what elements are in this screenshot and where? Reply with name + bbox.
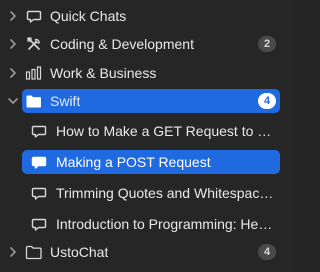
- folder-icon: [25, 92, 43, 110]
- chat-bubble-icon: [25, 7, 43, 25]
- tools-icon: [25, 35, 43, 53]
- chat-item-label: Making a POST Request: [56, 154, 211, 170]
- sidebar-item-swift[interactable]: Swift 4: [22, 89, 280, 113]
- count-badge: 4: [258, 244, 276, 260]
- chat-item-label: Introduction to Programming: Hell...: [56, 216, 274, 232]
- chat-item[interactable]: Introduction to Programming: Hell...: [0, 212, 294, 236]
- sidebar-item-label: Work & Business: [50, 65, 157, 81]
- sidebar-item-quick-chats[interactable]: Quick Chats: [0, 4, 294, 28]
- chat-bubble-icon: [30, 153, 48, 171]
- sidebar-item-coding-development[interactable]: Coding & Development 2: [0, 32, 294, 56]
- bar-chart-icon: [25, 64, 43, 82]
- chevron-down-icon[interactable]: [8, 96, 18, 106]
- count-badge: 2: [258, 36, 276, 52]
- chat-bubble-icon: [30, 122, 48, 140]
- chevron-right-icon[interactable]: [8, 247, 18, 257]
- chevron-right-icon[interactable]: [8, 68, 18, 78]
- chat-item[interactable]: Trimming Quotes and Whitespace...: [0, 181, 294, 205]
- chat-item[interactable]: How to Make a GET Request to an...: [0, 119, 294, 143]
- folder-icon: [25, 243, 43, 261]
- chat-bubble-icon: [30, 215, 48, 233]
- sidebar: Quick Chats Coding & Development 2 Work …: [0, 0, 294, 272]
- sidebar-item-label: UstoChat: [50, 244, 109, 260]
- sidebar-item-work-business[interactable]: Work & Business: [0, 61, 294, 85]
- sidebar-item-label: Quick Chats: [50, 8, 127, 24]
- count-badge: 4: [258, 93, 276, 109]
- chat-bubble-icon: [30, 184, 48, 202]
- chat-item-label: Trimming Quotes and Whitespace...: [56, 185, 274, 201]
- sidebar-item-label: Swift: [50, 93, 81, 109]
- chevron-right-icon[interactable]: [8, 39, 18, 49]
- sidebar-item-label: Coding & Development: [50, 36, 194, 52]
- chat-item-selected[interactable]: Making a POST Request: [22, 150, 280, 174]
- sidebar-item-ustochat[interactable]: UstoChat 4: [0, 240, 294, 264]
- chevron-right-icon[interactable]: [8, 11, 18, 21]
- chat-item-label: How to Make a GET Request to an...: [56, 123, 274, 139]
